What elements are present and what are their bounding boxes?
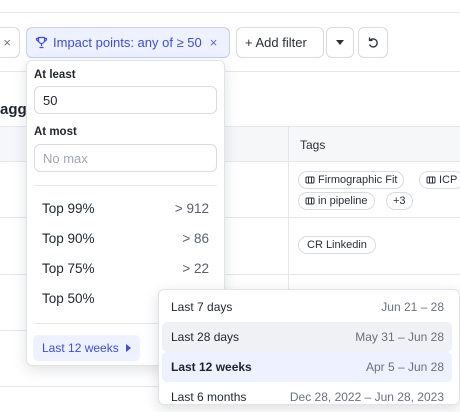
tags-column-header: Tags (300, 138, 326, 152)
period-select-button[interactable]: Last 12 weeks (33, 335, 140, 361)
add-filter-label: + Add filter (245, 35, 307, 50)
reset-filters-button[interactable] (358, 27, 388, 58)
add-filter-dropdown-button[interactable] (326, 27, 354, 58)
tag-pill[interactable]: CR Linkedin (298, 236, 376, 254)
top-percent-option[interactable]: Top 99% > 912 (27, 193, 224, 223)
period-option-12-weeks[interactable]: Last 12 weeks Apr 5 – Jun 28 (162, 352, 452, 382)
impact-points-filter-chip[interactable]: Impact points: any of ≥ 50 × (26, 27, 230, 58)
top-divider (0, 12, 460, 13)
at-most-input[interactable]: No max (34, 144, 217, 172)
impact-filter-label: Impact points: any of ≥ 50 (53, 35, 202, 50)
tag-more-pill[interactable]: +3 (386, 192, 413, 210)
undo-icon (367, 36, 380, 49)
tag-icon (426, 176, 436, 184)
tag-icon (305, 176, 315, 184)
at-most-label: At most (34, 126, 77, 138)
section-title: agg (0, 101, 27, 118)
trophy-icon (35, 36, 48, 49)
period-option-6-months[interactable]: Last 6 months Dec 28, 2022 – Jun 28, 202… (162, 382, 452, 412)
at-least-label: At least (34, 69, 76, 81)
close-icon[interactable]: × (3, 35, 11, 50)
clear-filter-chip[interactable]: × (0, 27, 20, 58)
panel-divider (34, 185, 217, 186)
tag-pill[interactable]: Firmographic Fit (298, 171, 405, 189)
period-option-7-days[interactable]: Last 7 days Jun 21 – 28 (162, 292, 452, 322)
caret-down-icon (336, 40, 344, 45)
close-icon[interactable]: × (210, 35, 218, 50)
period-submenu: Last 7 days Jun 21 – 28 Last 28 days May… (158, 289, 460, 405)
top-percent-option[interactable]: Top 75% > 22 (27, 253, 224, 283)
tag-pill[interactable]: ICP (419, 171, 460, 189)
tag-icon (305, 197, 315, 205)
add-filter-button[interactable]: + Add filter (236, 27, 324, 58)
tag-pill[interactable]: in pipeline (298, 192, 375, 210)
top-percent-option[interactable]: Top 90% > 86 (27, 223, 224, 253)
caret-right-icon (126, 344, 131, 352)
at-least-input[interactable]: 50 (34, 86, 217, 114)
period-option-28-days[interactable]: Last 28 days May 31 – Jun 28 (162, 322, 452, 352)
